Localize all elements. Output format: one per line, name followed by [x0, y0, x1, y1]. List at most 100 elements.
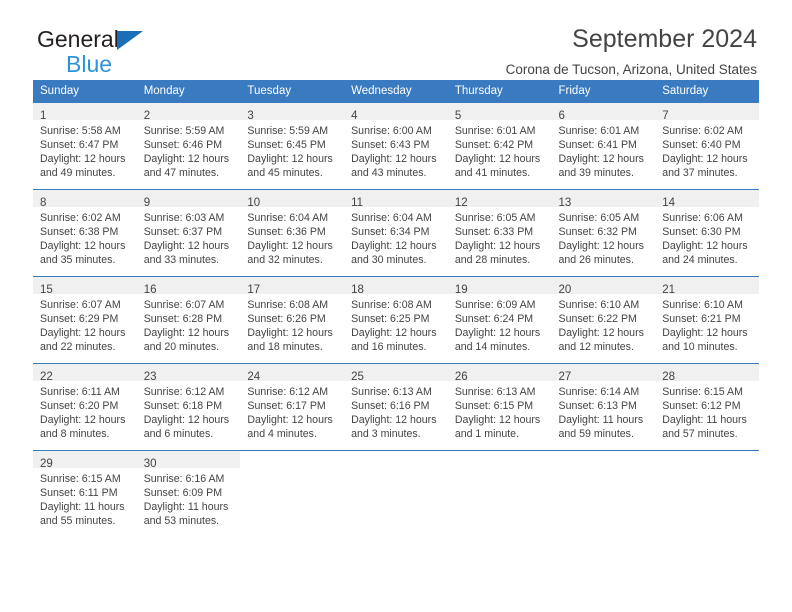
- day-number: 17: [247, 284, 261, 296]
- page-title: September 2024: [572, 25, 757, 53]
- daylight-text-line1: Daylight: 12 hours: [662, 240, 748, 252]
- day-details: Sunrise: 6:05 AM Sunset: 6:32 PM Daylight:…: [552, 207, 656, 276]
- daylight-text-line2: and 43 minutes.: [351, 167, 427, 179]
- calendar-table: Sunday Monday Tuesday Wednesday Thursday…: [33, 80, 759, 537]
- calendar-day-cell[interactable]: 30 Sunrise: 6:16 AM Sunset: 6:09 PM Dayligh…: [136, 450, 241, 537]
- calendar-day-cell[interactable]: 19 Sunrise: 6:09 AM Sunset: 6:24 PM Dayligh…: [447, 276, 552, 364]
- sunrise-text: Sunrise: 6:02 AM: [40, 212, 121, 224]
- sunset-text: Sunset: 6:42 PM: [454, 139, 534, 151]
- calendar-day-cell[interactable]: 20 Sunrise: 6:10 AM Sunset: 6:22 PM Dayligh…: [551, 276, 656, 364]
- calendar-day-cell[interactable]: 18 Sunrise: 6:08 AM Sunset: 6:25 PM Dayligh…: [344, 276, 448, 364]
- calendar-day-cell[interactable]: 6 Sunrise: 6:01 AM Sunset: 6:41 PM Daylight…: [551, 102, 656, 190]
- day-number: 5: [454, 110, 462, 122]
- weekday-header-sunday: Sunday: [40, 85, 80, 97]
- daylight-text-line1: Daylight: 12 hours: [143, 153, 230, 165]
- calendar-day-cell[interactable]: 4 Sunrise: 6:00 AM Sunset: 6:43 PM Daylight…: [344, 102, 448, 190]
- calendar-day-cell[interactable]: 2 Sunrise: 5:59 AM Sunset: 6:46 PM Daylight…: [136, 102, 241, 190]
- calendar-day-cell[interactable]: 17 Sunrise: 6:08 AM Sunset: 6:26 PM Dayligh…: [240, 276, 345, 364]
- day-number: 16: [143, 284, 157, 296]
- daylight-text-line1: Daylight: 12 hours: [454, 240, 541, 252]
- day-number-band: 25: [344, 364, 448, 383]
- day-details: Sunrise: 6:12 AM Sunset: 6:17 PM Daylight:…: [240, 381, 344, 450]
- day-details: Sunrise: 6:02 AM Sunset: 6:40 PM Daylight:…: [655, 120, 759, 189]
- day-number-band: 2: [136, 103, 241, 122]
- calendar-day-cell[interactable]: 13 Sunrise: 6:05 AM Sunset: 6:32 PM Dayligh…: [551, 189, 656, 277]
- daylight-text-line1: Daylight: 11 hours: [558, 414, 644, 426]
- daylight-text-line2: and 39 minutes.: [558, 167, 634, 179]
- calendar-day-cell[interactable]: 29 Sunrise: 6:15 AM Sunset: 6:11 PM Dayligh…: [33, 450, 137, 537]
- day-number: 28: [662, 371, 676, 383]
- calendar-day-cell[interactable]: 10 Sunrise: 6:04 AM Sunset: 6:36 PM Dayligh…: [240, 189, 345, 277]
- sunrise-text: Sunrise: 6:06 AM: [662, 212, 743, 224]
- daylight-text-line2: and 33 minutes.: [143, 254, 220, 266]
- sunrise-text: Sunrise: 6:10 AM: [662, 299, 743, 311]
- daylight-text-line2: and 45 minutes.: [247, 167, 323, 179]
- sunset-text: Sunset: 6:09 PM: [143, 487, 223, 499]
- day-details: Sunrise: 6:05 AM Sunset: 6:33 PM Daylight:…: [448, 207, 552, 276]
- daylight-text-line2: and 1 minute.: [454, 428, 520, 440]
- calendar-day-cell[interactable]: 14 Sunrise: 6:06 AM Sunset: 6:30 PM Dayligh…: [655, 189, 759, 277]
- day-details: Sunrise: 6:13 AM Sunset: 6:15 PM Daylight:…: [448, 381, 552, 450]
- daylight-text-line2: and 22 minutes.: [40, 341, 116, 353]
- day-details: Sunrise: 6:08 AM Sunset: 6:25 PM Daylight:…: [344, 294, 448, 363]
- calendar-day-cell[interactable]: 7 Sunrise: 6:02 AM Sunset: 6:40 PM Daylight…: [655, 102, 759, 190]
- calendar-day-cell[interactable]: 24 Sunrise: 6:12 AM Sunset: 6:17 PM Dayligh…: [240, 363, 345, 451]
- calendar-day-cell[interactable]: 1 Sunrise: 5:58 AM Sunset: 6:47 PM Daylight…: [33, 102, 137, 190]
- sunrise-text: Sunrise: 5:58 AM: [40, 125, 121, 137]
- day-number-band: 28: [655, 364, 759, 383]
- daylight-text-line1: Daylight: 12 hours: [558, 240, 644, 252]
- logo-text-general: General: [37, 26, 119, 52]
- calendar-day-cell[interactable]: 27 Sunrise: 6:14 AM Sunset: 6:13 PM Dayligh…: [551, 363, 656, 451]
- calendar-day-cell[interactable]: 11 Sunrise: 6:04 AM Sunset: 6:34 PM Dayligh…: [344, 189, 448, 277]
- calendar-day-cell[interactable]: 23 Sunrise: 6:12 AM Sunset: 6:18 PM Dayligh…: [136, 363, 241, 451]
- calendar-day-cell[interactable]: 15 Sunrise: 6:07 AM Sunset: 6:29 PM Dayligh…: [33, 276, 137, 364]
- sunset-text: Sunset: 6:46 PM: [143, 139, 223, 151]
- calendar-day-cell[interactable]: 5 Sunrise: 6:01 AM Sunset: 6:42 PM Daylight…: [447, 102, 552, 190]
- day-number-band: 11: [344, 190, 448, 209]
- day-number-band: 29: [33, 451, 137, 470]
- day-number: 8: [40, 197, 47, 209]
- daylight-text-line2: and 14 minutes.: [454, 341, 531, 353]
- daylight-text-line1: Daylight: 12 hours: [662, 153, 748, 165]
- calendar-day-cell[interactable]: 28 Sunrise: 6:15 AM Sunset: 6:12 PM Dayligh…: [655, 363, 759, 451]
- sunset-text: Sunset: 6:16 PM: [351, 400, 430, 412]
- calendar-day-cell[interactable]: 16 Sunrise: 6:07 AM Sunset: 6:28 PM Dayligh…: [136, 276, 241, 364]
- generalblue-logo[interactable]: General Blue: [37, 28, 267, 76]
- sunrise-text: Sunrise: 6:05 AM: [454, 212, 536, 224]
- day-number-band: 17: [240, 277, 345, 296]
- daylight-text-line2: and 47 minutes.: [143, 167, 220, 179]
- calendar-day-cell[interactable]: 12 Sunrise: 6:05 AM Sunset: 6:33 PM Dayligh…: [447, 189, 552, 277]
- calendar-day-cell[interactable]: 21 Sunrise: 6:10 AM Sunset: 6:21 PM Dayligh…: [655, 276, 759, 364]
- daylight-text-line2: and 24 minutes.: [662, 254, 738, 266]
- calendar-day-cell[interactable]: 9 Sunrise: 6:03 AM Sunset: 6:37 PM Daylight…: [136, 189, 241, 277]
- calendar-day-cell[interactable]: 26 Sunrise: 6:13 AM Sunset: 6:15 PM Dayligh…: [447, 363, 552, 451]
- daylight-text-line2: and 10 minutes.: [662, 341, 738, 353]
- calendar-day-cell[interactable]: 22 Sunrise: 6:11 AM Sunset: 6:20 PM Dayligh…: [33, 363, 137, 451]
- daylight-text-line1: Daylight: 12 hours: [143, 327, 230, 339]
- sunrise-text: Sunrise: 6:01 AM: [558, 125, 640, 137]
- day-number: 23: [143, 371, 157, 383]
- day-details: Sunrise: 5:59 AM Sunset: 6:46 PM Daylight:…: [137, 120, 241, 189]
- calendar-day-cell-empty: [240, 450, 345, 537]
- calendar-day-cell[interactable]: 8 Sunrise: 6:02 AM Sunset: 6:38 PM Daylight…: [33, 189, 137, 277]
- sunset-text: Sunset: 6:17 PM: [247, 400, 326, 412]
- daylight-text-line2: and 20 minutes.: [143, 341, 220, 353]
- daylight-text-line1: Daylight: 12 hours: [247, 240, 333, 252]
- day-number-band: 12: [447, 190, 552, 209]
- day-number: 25: [351, 371, 364, 383]
- day-number: 22: [40, 371, 53, 383]
- calendar-day-cell[interactable]: 3 Sunrise: 5:59 AM Sunset: 6:45 PM Daylight…: [240, 102, 345, 190]
- empty-detail: [447, 468, 552, 537]
- daylight-text-line1: Daylight: 12 hours: [454, 414, 541, 426]
- daylight-text-line1: Daylight: 12 hours: [247, 153, 333, 165]
- calendar-day-cell[interactable]: 25 Sunrise: 6:13 AM Sunset: 6:16 PM Dayligh…: [344, 363, 448, 451]
- page-header: General Blue September 2024 Corona de Tu…: [33, 0, 759, 77]
- day-number: 11: [351, 197, 364, 209]
- sunset-text: Sunset: 6:40 PM: [662, 139, 741, 151]
- sunset-text: Sunset: 6:15 PM: [454, 400, 534, 412]
- daylight-text-line2: and 53 minutes.: [143, 515, 220, 527]
- sunset-text: Sunset: 6:28 PM: [143, 313, 223, 325]
- empty-detail: [344, 468, 448, 537]
- daylight-text-line2: and 8 minutes.: [40, 428, 110, 440]
- daylight-text-line1: Daylight: 12 hours: [558, 153, 644, 165]
